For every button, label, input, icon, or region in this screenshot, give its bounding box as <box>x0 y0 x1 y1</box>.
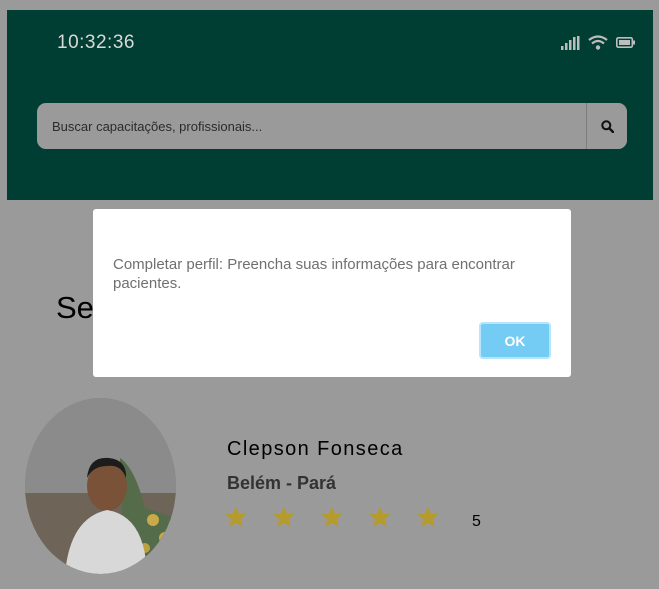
rating-value: 5 <box>472 513 481 530</box>
rating-stars <box>224 505 464 529</box>
status-time: 10:32:36 <box>57 32 135 53</box>
search-input[interactable] <box>37 103 586 149</box>
signal-icon <box>561 35 580 50</box>
star-icon <box>321 506 343 527</box>
star-icon <box>225 506 247 527</box>
status-icons <box>561 35 635 50</box>
dialog-message: Completar perfil: Preencha suas informaç… <box>113 256 515 292</box>
star-icon <box>369 506 391 527</box>
avatar-photo <box>25 398 176 574</box>
star-icon <box>417 506 439 527</box>
star-icon <box>273 506 295 527</box>
profile-name[interactable]: Clepson Fonseca <box>227 438 404 461</box>
search-button[interactable] <box>586 103 627 149</box>
ok-button[interactable]: OK <box>479 322 551 359</box>
search-icon <box>600 119 614 133</box>
profile-location: Belém - Pará <box>227 473 337 493</box>
search-bar <box>37 103 627 149</box>
battery-icon <box>616 37 635 48</box>
wifi-icon <box>588 35 608 50</box>
app-header: 10:32:36 <box>7 10 653 200</box>
alert-dialog: Completar perfil: Preencha suas informaç… <box>93 209 571 377</box>
avatar[interactable] <box>25 398 176 574</box>
section-title: Se <box>56 290 94 325</box>
